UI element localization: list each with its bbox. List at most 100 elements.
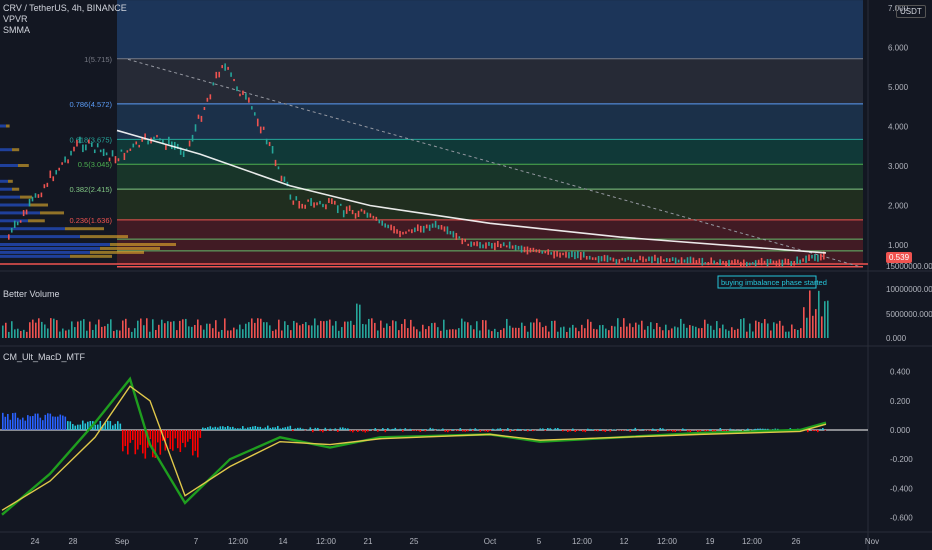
macd-hist-bar [822, 428, 824, 430]
macd-hist-bar [24, 420, 27, 430]
macd-hist-bar [442, 428, 444, 430]
indicator-smma[interactable]: SMMA [3, 25, 127, 36]
macd-hist-bar [592, 429, 594, 430]
macd-hist-bar [622, 430, 624, 431]
price-candle [627, 256, 630, 261]
price-candle [76, 140, 78, 147]
volume-bar [212, 328, 214, 338]
price-axis-tick: 4.000 [888, 123, 909, 132]
price-candle [799, 259, 801, 264]
macd-hist-bar [367, 430, 369, 432]
volume-bar [422, 324, 424, 338]
macd-hist-bar [382, 428, 384, 430]
macd-hist-bar [589, 429, 592, 430]
volume-bar [170, 321, 172, 338]
volume-bar [467, 322, 469, 338]
chart-canvas[interactable]: 1(5.715) 0.786(4.572) 0.618(3.675) 0.5(3.04… [0, 0, 932, 550]
volume-bar [401, 323, 403, 338]
price-candle [34, 193, 37, 198]
price-candle [565, 251, 567, 258]
price-candle [277, 166, 280, 170]
volume-bar [341, 327, 343, 338]
price-candle [449, 231, 452, 235]
volume-bar [737, 328, 739, 338]
macd-hist-bar [159, 430, 162, 455]
price-candle [591, 257, 594, 260]
macd-hist-bar [229, 427, 232, 430]
price-candle [639, 255, 641, 261]
volume-bar [542, 327, 544, 338]
volume-bar [479, 330, 481, 338]
indicator-vpvr[interactable]: VPVR [3, 14, 127, 25]
price-candle [597, 255, 600, 263]
price-candle [236, 86, 238, 92]
macd-hist-bar [629, 430, 632, 432]
volume-bar [692, 325, 694, 338]
volume-bar [527, 331, 529, 338]
price-candle [437, 225, 440, 230]
macd-hist-bar [584, 430, 587, 433]
macd-hist-bar [384, 430, 387, 433]
price-candle [754, 260, 757, 267]
price-candle [660, 256, 662, 264]
price-candle [766, 259, 769, 267]
price-candle [612, 257, 615, 262]
macd-hist-bar [709, 429, 712, 430]
price-candle [165, 144, 167, 150]
macd-hist-bar [729, 428, 732, 430]
price-candle [375, 216, 378, 221]
volume-bar [347, 321, 349, 338]
macd-hist-bar [114, 423, 117, 430]
macd-hist-bar [642, 429, 644, 430]
price-candle [102, 148, 105, 157]
macd-hist-bar [447, 430, 449, 433]
macd-hist-bar [462, 430, 464, 432]
macd-hist-bar [149, 430, 152, 440]
vpvr-bar [0, 179, 8, 183]
price-candle [704, 262, 707, 265]
volume-bar [272, 330, 274, 338]
volume-bar [746, 331, 748, 338]
macd-hist-bar [132, 430, 134, 440]
macd-hist-bar [209, 426, 212, 430]
volume-bar [359, 304, 361, 338]
volume-bar [266, 322, 268, 338]
volume-bar [719, 328, 721, 338]
volume-bar [305, 322, 307, 338]
volume-bar [773, 322, 775, 338]
macd-hist-bar [54, 416, 57, 430]
volume-bar [620, 326, 622, 338]
volume-bar [581, 324, 583, 338]
volume-bar [461, 318, 463, 338]
currency-badge[interactable]: USDT [896, 5, 926, 18]
volume-bar [2, 325, 4, 338]
volume-bar [473, 329, 475, 338]
vpvr-bar [18, 164, 29, 167]
macd-axis-tick: 0.400 [890, 368, 911, 377]
volume-bar [233, 327, 235, 338]
macd-hist-bar [654, 429, 657, 430]
price-candle [645, 258, 647, 262]
volume-bar [125, 318, 127, 338]
price-candle [722, 260, 724, 265]
volume-bar [509, 325, 511, 338]
volume-bar [635, 322, 637, 338]
price-candle [61, 162, 63, 165]
price-candle [117, 158, 120, 162]
volume-bar [299, 325, 301, 338]
macd-hist-bar [449, 430, 452, 431]
price-candle [191, 134, 194, 142]
macd-hist-bar [39, 417, 42, 430]
price-candle [96, 143, 99, 148]
macd-hist-bar [454, 430, 457, 431]
price-candle [422, 225, 425, 233]
price-candle [265, 138, 268, 145]
macd-hist-bar [109, 421, 112, 430]
volume-bar [197, 319, 199, 338]
price-candle [31, 196, 34, 202]
macd-hist-bar [249, 427, 252, 430]
price-candle [64, 156, 66, 163]
price-candle [499, 243, 502, 248]
volume-bar [38, 318, 40, 338]
volume-bar [224, 318, 226, 338]
